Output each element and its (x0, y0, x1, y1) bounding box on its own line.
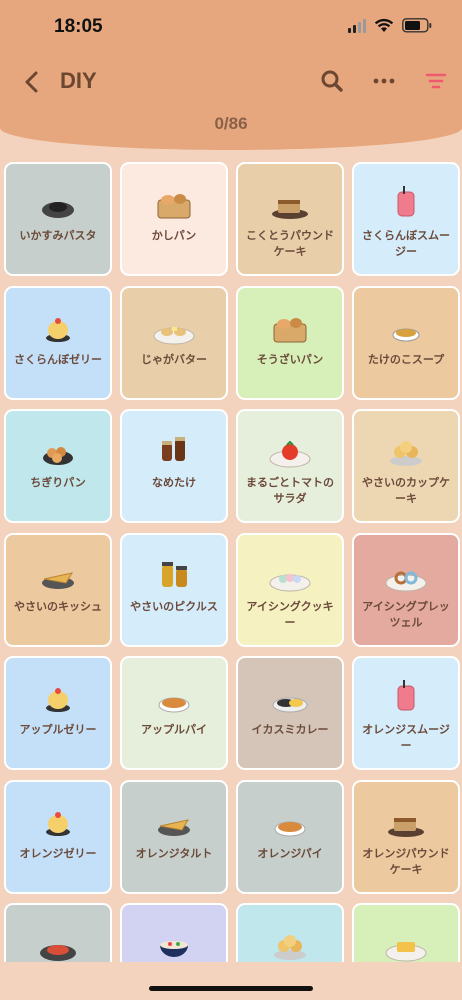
recipe-card[interactable]: そうざいパン (238, 287, 342, 398)
recipe-card-label: イカスミカレー (251, 723, 329, 736)
tart-slice-icon (122, 796, 226, 844)
search-button[interactable] (317, 66, 347, 96)
navigation-bar: DIY (0, 62, 462, 102)
bread-basket-icon (238, 302, 342, 350)
pretzel-icon (354, 549, 458, 597)
recipe-card-label: オレンジパイ (257, 846, 323, 860)
more-horizontal-icon (373, 78, 395, 84)
jelly-icon (6, 796, 110, 844)
recipe-card-label: じゃがバター (141, 352, 207, 366)
pull-apart-bread-icon (6, 425, 110, 473)
pound-cake-icon (354, 796, 458, 844)
recipe-card[interactable]: オレンジスムージー (354, 658, 458, 768)
recipe-card-label: アイシングクッキー (246, 599, 334, 629)
black-pasta-icon (6, 178, 110, 226)
filter-icon (425, 73, 447, 89)
jelly-icon (6, 672, 110, 720)
recipe-card-label: やさいのカップケーキ (362, 476, 450, 505)
recipe-card[interactable] (6, 905, 110, 962)
recipe-card-label: さくらんぼゼリー (14, 352, 102, 366)
recipe-card[interactable]: オレンジパウンドケーキ (354, 781, 458, 892)
more-button[interactable] (369, 66, 399, 96)
recipe-card[interactable]: やさいのピクルス (122, 534, 226, 645)
recipe-card[interactable] (354, 905, 458, 962)
page-title: DIY (60, 68, 97, 93)
cookies-icon (238, 549, 342, 597)
recipe-card-label: こくとうパウンドケーキ (246, 229, 334, 258)
pound-cake-icon (238, 178, 342, 226)
recipe-card-label: オレンジスムージー (362, 723, 450, 752)
pickles-icon (122, 549, 226, 597)
tomato-salad-icon (238, 425, 342, 473)
recipe-card[interactable]: アイシングプレッツェル (354, 534, 458, 645)
recipe-card-label: たけのこスープ (367, 352, 445, 366)
recipe-card[interactable]: イカスミカレー (238, 658, 342, 768)
recipe-card[interactable]: オレンジゼリー (6, 781, 110, 892)
recipe-card[interactable]: いかすみパスタ (6, 164, 110, 274)
recipe-card[interactable]: オレンジタルト (122, 781, 226, 892)
recipe-card[interactable] (238, 905, 342, 962)
status-icons (348, 18, 432, 33)
recipe-card[interactable]: こくとうパウンドケーキ (238, 164, 342, 274)
recipe-card[interactable]: かしパン (122, 164, 226, 274)
recipe-card-label: やさいのピクルス (130, 599, 218, 613)
salad-bowl-icon (122, 919, 226, 962)
home-indicator[interactable] (149, 986, 313, 991)
recipe-card[interactable]: なめたけ (122, 411, 226, 521)
chevron-left-icon (25, 71, 38, 93)
recipe-card[interactable]: たけのこスープ (354, 287, 458, 398)
recipe-card-label: そうざいパン (256, 352, 324, 366)
recipe-card[interactable]: アップルゼリー (6, 658, 110, 768)
pasta-icon (6, 919, 110, 962)
smoothie-icon (354, 672, 458, 720)
smoothie-icon (354, 178, 458, 226)
jars-icon (122, 425, 226, 473)
status-bar: 18:05 (0, 14, 462, 44)
recipe-card[interactable]: やさいのカップケーキ (354, 411, 458, 521)
recipe-card-label: さくらんぼスムージー (362, 229, 450, 258)
cupcake-icon (354, 425, 458, 473)
curry-icon (238, 672, 342, 720)
collection-progress: 0/86 (214, 114, 248, 133)
toast-icon (354, 919, 458, 962)
recipe-card-label: アップルパイ (141, 723, 207, 736)
pie-icon (238, 796, 342, 844)
search-icon (321, 70, 343, 92)
quiche-icon (6, 549, 110, 597)
recipe-card-label: オレンジタルト (135, 846, 213, 860)
back-button[interactable] (18, 66, 46, 98)
recipe-card-label: オレンジゼリー (19, 846, 97, 860)
recipe-card[interactable]: アップルパイ (122, 658, 226, 768)
recipe-card-label: アイシングプレッツェル (362, 599, 450, 629)
recipe-card[interactable]: やさいのキッシュ (6, 534, 110, 645)
recipe-card-label: なめたけ (152, 476, 196, 489)
recipe-card[interactable]: オレンジパイ (238, 781, 342, 892)
recipe-card-label: かしパン (151, 229, 197, 242)
recipe-card-label: いかすみパスタ (19, 229, 97, 242)
recipe-card-label: まるごとトマトのサラダ (246, 476, 334, 505)
recipe-card[interactable]: さくらんぼスムージー (354, 164, 458, 274)
soup-icon (354, 302, 458, 350)
wifi-icon (374, 18, 394, 32)
recipe-card[interactable]: アイシングクッキー (238, 534, 342, 645)
recipe-card-label: ちぎりパン (30, 476, 86, 489)
recipe-grid: いかすみパスタ かしパン こくとうパウンドケーキ さくらんぼスムージーさくらんぼゼリー… (4, 162, 460, 962)
muffins-icon (238, 919, 342, 962)
recipe-card[interactable]: さくらんぼゼリー (6, 287, 110, 398)
filter-button[interactable] (421, 66, 451, 96)
battery-icon (402, 18, 432, 33)
pie-icon (122, 672, 226, 720)
recipe-card-label: やさいのキッシュ (14, 599, 102, 613)
recipe-card[interactable] (122, 905, 226, 962)
potato-butter-icon (122, 302, 226, 350)
recipe-card-label: アップルゼリー (19, 723, 97, 736)
recipe-card-label: オレンジパウンドケーキ (362, 846, 450, 876)
recipe-card[interactable]: ちぎりパン (6, 411, 110, 521)
recipe-card[interactable]: じゃがバター (122, 287, 226, 398)
status-time: 18:05 (54, 16, 103, 37)
jelly-icon (6, 302, 110, 350)
bread-basket-icon (122, 178, 226, 226)
cellular-signal-icon (348, 18, 366, 33)
recipe-card[interactable]: まるごとトマトのサラダ (238, 411, 342, 521)
